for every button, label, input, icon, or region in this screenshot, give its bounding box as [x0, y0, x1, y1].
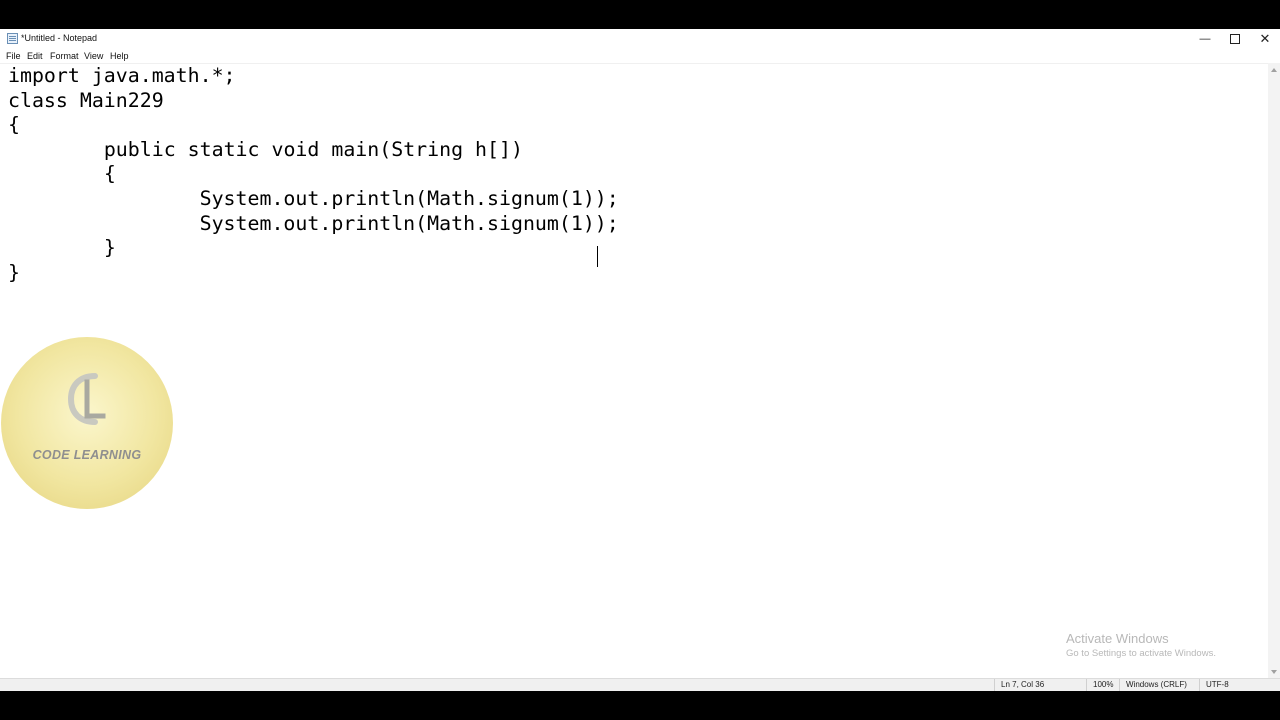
status-line-endings: Windows (CRLF) — [1119, 679, 1196, 691]
vertical-scrollbar[interactable] — [1268, 63, 1280, 678]
title-bar[interactable]: *Untitled - Notepad — ✕ — [0, 29, 1280, 49]
cl-logo-icon — [67, 373, 106, 425]
status-bar: Ln 7, Col 36 100% Windows (CRLF) UTF-8 — [0, 678, 1280, 691]
menu-edit[interactable]: Edit — [27, 51, 43, 61]
maximize-button[interactable] — [1220, 29, 1250, 49]
code-line: } — [8, 236, 116, 260]
status-encoding: UTF-8 — [1199, 679, 1266, 691]
maximize-icon — [1230, 34, 1240, 44]
status-position: Ln 7, Col 36 — [994, 679, 1065, 691]
menu-format[interactable]: Format — [50, 51, 79, 61]
code-line: System.out.println(Math.signum(1)); — [8, 211, 619, 235]
scroll-up-icon[interactable] — [1271, 68, 1277, 72]
code-line: import java.math.*; — [8, 64, 236, 87]
watermark-title: Activate Windows — [1066, 631, 1169, 646]
notepad-icon — [7, 33, 18, 44]
menu-help[interactable]: Help — [110, 51, 129, 61]
menu-file[interactable]: File — [6, 51, 21, 61]
code-text: import java.math.*; class Main229{ public… — [8, 64, 619, 285]
code-line: { — [8, 162, 116, 186]
window-title: *Untitled - Notepad — [21, 33, 98, 43]
code-line: public static void main(String h[]) — [8, 137, 523, 161]
close-button[interactable]: ✕ — [1250, 29, 1280, 49]
text-caret — [597, 246, 598, 267]
status-zoom: 100% — [1086, 679, 1119, 691]
activate-windows-watermark: Activate Windows Go to Settings to activ… — [1066, 631, 1216, 659]
watermark-subtitle: Go to Settings to activate Windows. — [1066, 648, 1216, 659]
menu-view[interactable]: View — [84, 51, 103, 61]
code-line: { — [8, 113, 20, 137]
scroll-down-icon[interactable] — [1271, 670, 1277, 674]
code-line: System.out.println(Math.signum(1)); — [8, 186, 619, 210]
code-line: } — [8, 260, 20, 284]
close-icon: ✕ — [1259, 31, 1271, 46]
notepad-window: *Untitled - Notepad — ✕ File Edit Format… — [0, 29, 1280, 691]
minimize-button[interactable]: — — [1190, 29, 1220, 49]
minimize-icon: — — [1199, 33, 1211, 45]
text-editor[interactable]: import java.math.*; class Main229{ public… — [0, 63, 1268, 679]
code-learning-logo: CODE LEARNING — [1, 337, 173, 509]
code-line: class Main229 — [8, 88, 164, 112]
menu-bar: File Edit Format View Help — [0, 49, 1280, 63]
logo-text: CODE LEARNING — [32, 448, 142, 462]
